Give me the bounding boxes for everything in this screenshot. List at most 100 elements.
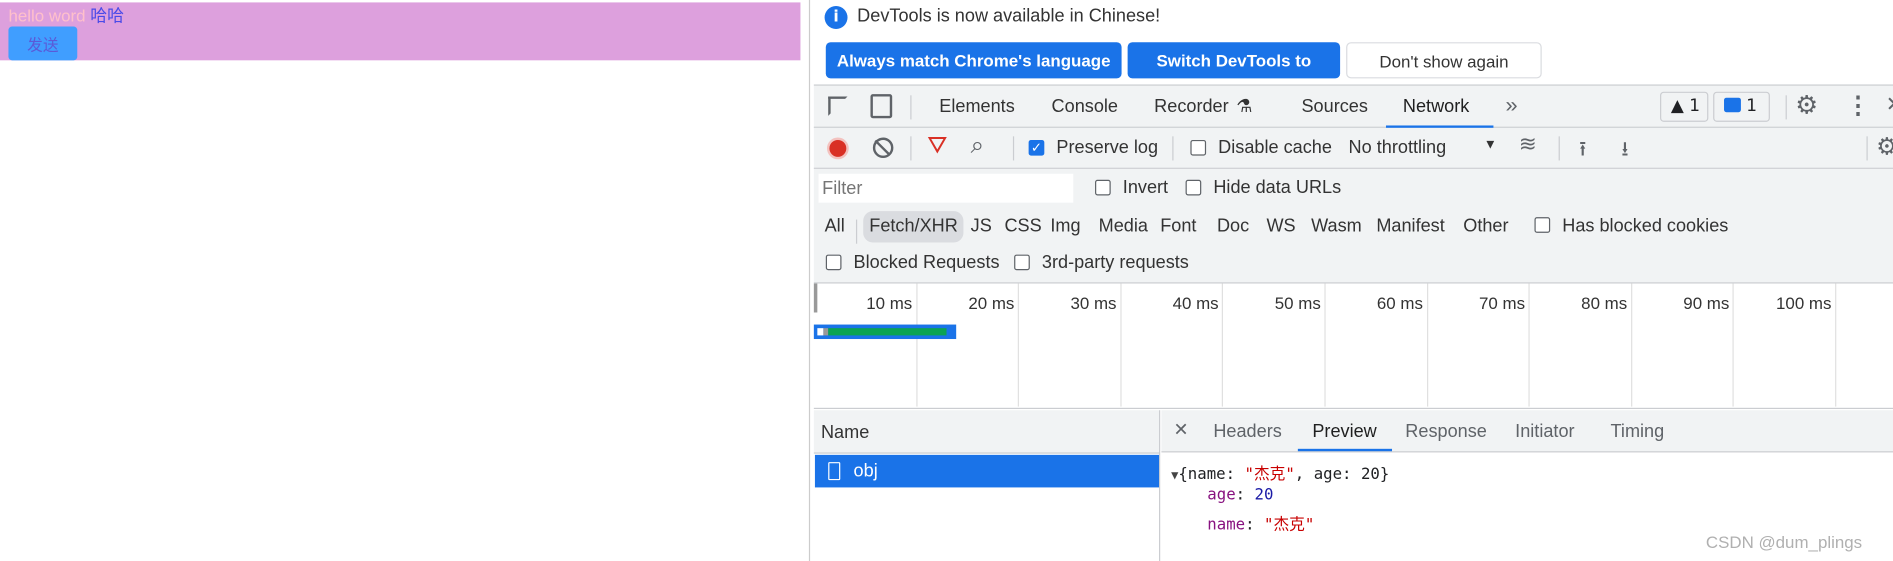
close-detail-icon[interactable]: ✕ bbox=[1173, 419, 1188, 441]
timeline-tick-label: 50 ms bbox=[1274, 293, 1321, 313]
disable-cache-checkbox[interactable] bbox=[1190, 139, 1207, 156]
blocked-requests-checkbox[interactable] bbox=[825, 254, 842, 271]
divider bbox=[1785, 95, 1787, 120]
messages-badge[interactable]: 1 bbox=[1713, 91, 1770, 122]
network-conditions-icon[interactable]: ≋ bbox=[1519, 132, 1537, 157]
third-party-checkbox[interactable] bbox=[1014, 254, 1030, 271]
switch-chinese-button[interactable]: Switch DevTools to Chinese bbox=[1127, 42, 1341, 106]
timeline-tick-label: 40 ms bbox=[1172, 293, 1219, 313]
document-icon bbox=[828, 462, 841, 481]
timeline-handle[interactable] bbox=[813, 283, 818, 313]
close-devtools-icon[interactable]: ✕ bbox=[1886, 93, 1893, 117]
divider bbox=[910, 95, 912, 120]
network-toolbar: ⛛ ⌕ ✓ Preserve log Disable cache No thro… bbox=[813, 127, 1893, 169]
settings-gear-icon[interactable]: ⚙ bbox=[1795, 90, 1818, 120]
timeline-gridline bbox=[1222, 283, 1224, 407]
name-header-label: Name bbox=[820, 422, 870, 443]
timeline-tick-label: 60 ms bbox=[1376, 293, 1423, 313]
detail-tabbar: ✕ Headers Preview Response Initiator Timing bbox=[1161, 410, 1893, 453]
active-tab-indicator bbox=[1297, 448, 1393, 452]
type-filter-other[interactable]: Other bbox=[1463, 216, 1508, 237]
clear-icon[interactable] bbox=[872, 137, 894, 159]
has-blocked-cookies-checkbox[interactable] bbox=[1534, 217, 1551, 233]
third-party-label: 3rd-party requests bbox=[1041, 252, 1189, 273]
hide-data-urls-label: Hide data URLs bbox=[1213, 177, 1342, 198]
timeline-overview[interactable]: 10 ms 20 ms 30 ms 40 ms 50 ms 60 ms 70 ms 80 ms… bbox=[813, 283, 1893, 410]
inspect-icon[interactable] bbox=[828, 96, 848, 116]
type-filter-manifest[interactable]: Manifest bbox=[1376, 216, 1444, 237]
timeline-gridline bbox=[1426, 283, 1428, 407]
preserve-log-checkbox[interactable]: ✓ bbox=[1028, 139, 1045, 156]
send-button[interactable]: 发送 bbox=[8, 26, 78, 61]
more-tabs-button[interactable]: » bbox=[1506, 93, 1518, 118]
filter-input[interactable] bbox=[818, 173, 1074, 203]
timeline-gridline bbox=[915, 283, 918, 407]
export-har-icon[interactable]: ⭳ bbox=[1621, 134, 1628, 169]
requests-panel: Name obj bbox=[813, 410, 1161, 561]
type-filter-all[interactable]: All bbox=[825, 216, 845, 237]
divider bbox=[1012, 136, 1015, 161]
invert-label: Invert bbox=[1122, 177, 1169, 198]
devtools-divider[interactable] bbox=[808, 0, 811, 561]
info-icon: i bbox=[824, 6, 848, 29]
property-name: name: "杰克" bbox=[1207, 516, 1315, 535]
timeline-gridline bbox=[1120, 283, 1122, 407]
type-filter-css[interactable]: CSS bbox=[1004, 216, 1041, 237]
record-button[interactable] bbox=[827, 137, 849, 160]
detail-tab-preview[interactable]: Preview bbox=[1312, 421, 1376, 442]
type-filter-ws[interactable]: WS bbox=[1266, 216, 1295, 237]
detail-panel: ✕ Headers Preview Response Initiator Timing … bbox=[1161, 410, 1893, 561]
request-timing-bar bbox=[813, 324, 957, 340]
type-filter-media[interactable]: Media bbox=[1099, 216, 1148, 237]
message-icon bbox=[1724, 97, 1741, 113]
preview-summary[interactable]: ▼{name: "杰克", age: 20} bbox=[1171, 461, 1389, 484]
invert-checkbox[interactable] bbox=[1095, 179, 1111, 196]
timeline-gridline bbox=[1835, 283, 1837, 407]
name-column-header[interactable]: Name bbox=[813, 410, 1160, 454]
filter-icon[interactable]: ⛛ bbox=[927, 133, 947, 161]
timeline-tick-label: 30 ms bbox=[1070, 293, 1117, 313]
search-icon[interactable]: ⌕ bbox=[971, 133, 985, 161]
dont-show-again-button[interactable]: Don't show again bbox=[1346, 42, 1542, 79]
divider bbox=[855, 219, 858, 244]
blocked-requests-label: Blocked Requests bbox=[853, 252, 1000, 273]
chevron-down-icon[interactable]: ▼ bbox=[1484, 138, 1497, 152]
divider bbox=[1558, 136, 1560, 161]
type-filter-font[interactable]: Font bbox=[1160, 216, 1196, 237]
expand-triangle-icon[interactable]: ▼ bbox=[1171, 469, 1178, 482]
tab-network[interactable]: Network bbox=[1403, 97, 1469, 118]
type-filter-fetch-xhr[interactable]: Fetch/XHR bbox=[863, 211, 964, 243]
divider bbox=[1172, 136, 1174, 161]
type-filter-wasm[interactable]: Wasm bbox=[1311, 216, 1362, 237]
request-row[interactable]: obj bbox=[814, 454, 1160, 488]
device-toggle-icon[interactable] bbox=[870, 94, 893, 119]
property-age: age: 20 bbox=[1207, 486, 1274, 505]
detail-tab-response[interactable]: Response bbox=[1405, 421, 1487, 442]
type-filter-js[interactable]: JS bbox=[971, 216, 992, 237]
tab-recorder[interactable]: Recorder bbox=[1154, 97, 1228, 118]
tab-console[interactable]: Console bbox=[1052, 97, 1118, 118]
detail-tab-timing[interactable]: Timing bbox=[1611, 421, 1665, 442]
timeline-gridline bbox=[1324, 283, 1326, 407]
detail-tab-headers[interactable]: Headers bbox=[1213, 421, 1281, 442]
flask-icon: ⚗ bbox=[1236, 96, 1253, 118]
has-blocked-cookies-label: Has blocked cookies bbox=[1562, 215, 1729, 237]
type-filter-img[interactable]: Img bbox=[1050, 216, 1080, 237]
detail-tab-initiator[interactable]: Initiator bbox=[1515, 421, 1574, 442]
timeline-gridline bbox=[1528, 283, 1530, 407]
timeline-gridline bbox=[1017, 283, 1020, 407]
haha-text: 哈哈 bbox=[90, 6, 125, 26]
match-language-button[interactable]: Always match Chrome's language bbox=[825, 42, 1122, 79]
type-filter-doc[interactable]: Doc bbox=[1217, 216, 1249, 237]
tab-sources[interactable]: Sources bbox=[1301, 97, 1367, 118]
import-har-icon[interactable]: ⭱ bbox=[1579, 134, 1586, 169]
warnings-badge[interactable]: ▲ 1 bbox=[1660, 91, 1709, 122]
network-settings-icon[interactable]: ⚙ bbox=[1876, 132, 1893, 162]
throttling-select[interactable]: No throttling bbox=[1349, 138, 1447, 159]
more-options-icon[interactable]: ⋮ bbox=[1846, 90, 1870, 120]
hello-text: hello word 哈哈 bbox=[8, 6, 125, 26]
tab-elements[interactable]: Elements bbox=[939, 97, 1014, 118]
disable-cache-label: Disable cache bbox=[1218, 137, 1332, 159]
timeline-tick-label: 100 ms bbox=[1776, 293, 1832, 313]
hide-data-urls-checkbox[interactable] bbox=[1185, 179, 1202, 196]
